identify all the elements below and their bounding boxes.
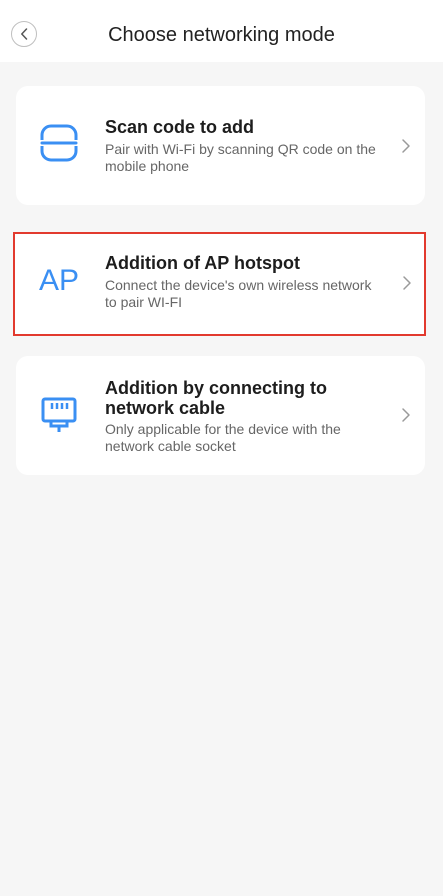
ethernet-icon	[38, 394, 80, 436]
option-scan-code[interactable]: Scan code to add Pair with Wi-Fi by scan…	[16, 86, 425, 205]
option-description: Pair with Wi-Fi by scanning QR code on t…	[105, 141, 376, 174]
header-bar: Choose networking mode	[0, 0, 443, 62]
ap-icon-label: AP	[38, 264, 80, 297]
option-network-cable[interactable]: Addition by connecting to network cable …	[16, 356, 425, 475]
chevron-right-icon	[402, 408, 410, 422]
option-title: Addition by connecting to network cable	[105, 378, 327, 418]
option-ap-hotspot[interactable]: AP Addition of AP hotspot Connect the de…	[13, 232, 426, 336]
option-title: Scan code to add	[105, 117, 255, 137]
option-description: Connect the device's own wireless networ…	[105, 277, 372, 310]
page-title: Choose networking mode	[108, 24, 335, 46]
option-description: Only applicable for the device with the …	[105, 421, 341, 454]
scan-icon	[38, 122, 80, 164]
ap-icon: AP	[38, 260, 80, 302]
chevron-right-icon	[402, 139, 410, 153]
option-title: Addition of AP hotspot	[105, 253, 300, 273]
chevron-right-icon	[403, 276, 411, 290]
